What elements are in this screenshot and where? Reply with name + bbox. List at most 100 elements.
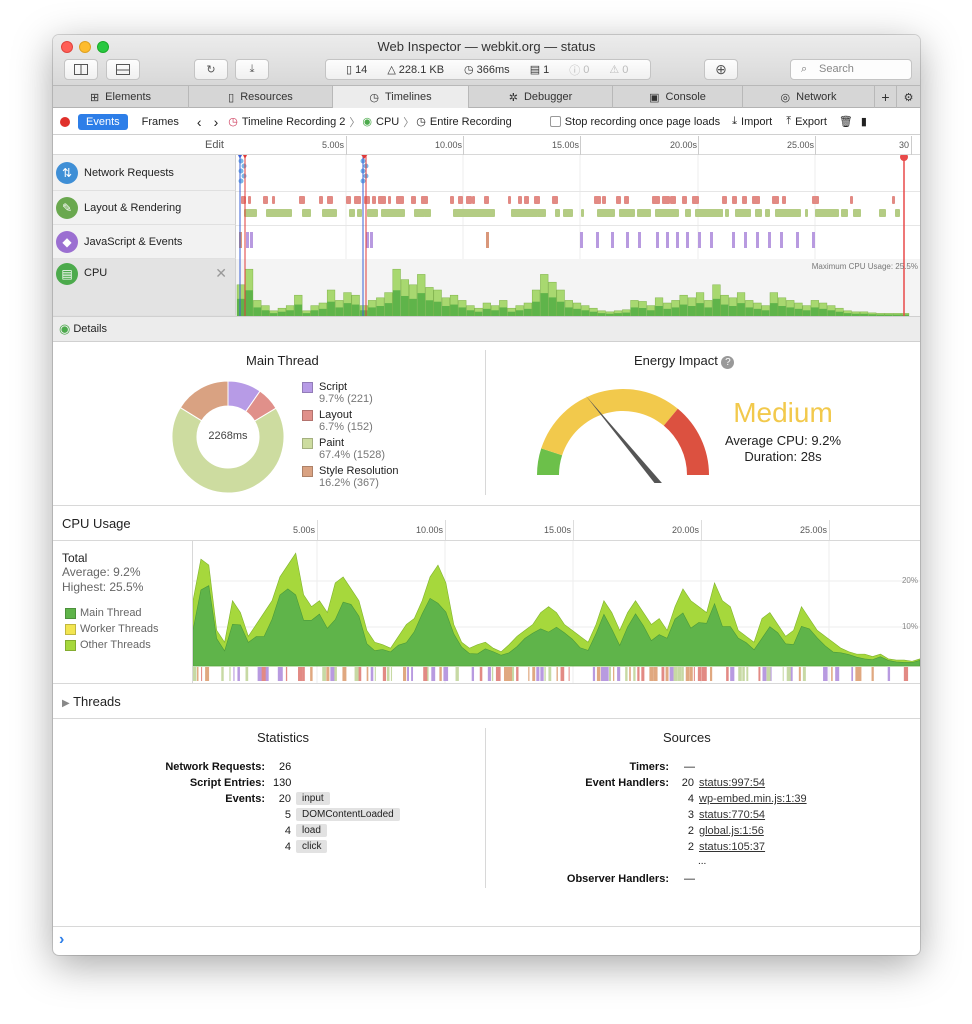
paint-mark[interactable] (829, 209, 839, 217)
layout-mark[interactable] (850, 196, 853, 204)
javascript-mark[interactable] (812, 232, 815, 248)
paint-mark[interactable] (349, 209, 355, 217)
toggle-sidebar-button[interactable]: ▮ (861, 115, 867, 128)
paint-mark[interactable] (581, 209, 584, 217)
layout-mark[interactable] (732, 196, 737, 204)
status-summary[interactable]: ▯ 14 △ 228.1 KB ◷ 366ms ▤ 1 ⓘ 0 ⚠ 0 (325, 59, 651, 80)
cpu-usage-area-chart[interactable]: 20% 10% (193, 541, 920, 683)
timeline-row-network[interactable]: ⇅ Network Requests (53, 155, 236, 191)
layout-mark[interactable] (396, 196, 404, 204)
javascript-mark[interactable] (710, 232, 713, 248)
layout-mark[interactable] (484, 196, 489, 204)
timeline-row-javascript[interactable]: ◆ JavaScript & Events (53, 225, 236, 259)
forward-arrow-icon[interactable]: › (214, 114, 219, 130)
source-link[interactable]: status:105:37 (699, 841, 765, 853)
source-link[interactable]: status:770:54 (699, 809, 765, 821)
layout-mark[interactable] (602, 196, 606, 204)
paint-mark[interactable] (745, 209, 750, 217)
layout-mark[interactable] (378, 196, 386, 204)
breadcrumb-entire-recording[interactable]: ◷ Entire Recording (416, 115, 512, 129)
checkbox[interactable] (549, 116, 561, 127)
paint-mark[interactable] (461, 209, 467, 217)
events-toggle[interactable]: Events (78, 113, 128, 130)
paint-mark[interactable] (302, 209, 311, 217)
layout-mark[interactable] (263, 196, 268, 204)
layout-mark[interactable] (388, 196, 391, 204)
tab-debugger[interactable]: ✲ Debugger (469, 86, 613, 108)
paint-mark[interactable] (322, 209, 337, 217)
new-tab-button[interactable]: + (875, 86, 897, 108)
layout-mark[interactable] (472, 196, 475, 204)
layout-mark[interactable] (354, 196, 361, 204)
layout-mark[interactable] (534, 196, 540, 204)
javascript-mark[interactable] (486, 232, 489, 248)
timeline-row-cpu[interactable]: ▤ CPU ✕ (53, 259, 236, 316)
paint-mark[interactable] (853, 209, 861, 217)
paint-mark[interactable] (895, 209, 900, 217)
layout-mark[interactable] (812, 196, 819, 204)
clear-button[interactable]: 🗑︎ (839, 115, 853, 128)
paint-mark[interactable] (487, 209, 495, 217)
event-tag[interactable]: click (296, 840, 328, 853)
layout-mark[interactable] (552, 196, 558, 204)
layout-mark[interactable] (299, 196, 305, 204)
javascript-mark[interactable] (796, 232, 799, 248)
layout-mark[interactable] (346, 196, 351, 204)
export-button[interactable]: ⤒ Export (786, 115, 827, 128)
timeline-row-layout[interactable]: ✎ Layout & Rendering (53, 191, 236, 225)
reload-button[interactable]: ↻ (194, 59, 228, 80)
paint-mark[interactable] (685, 209, 691, 217)
paint-mark[interactable] (563, 209, 573, 217)
layout-mark[interactable] (327, 196, 333, 204)
javascript-mark[interactable] (756, 232, 759, 248)
dock-bottom-button[interactable] (106, 59, 140, 80)
javascript-mark[interactable] (638, 232, 641, 248)
paint-mark[interactable] (715, 209, 723, 217)
stop-recording-checkbox[interactable]: Stop recording once page loads (549, 116, 720, 128)
paint-mark[interactable] (424, 209, 431, 217)
warnings-count[interactable]: ⚠ 0 (599, 63, 628, 77)
layout-mark[interactable] (752, 196, 760, 204)
event-tag[interactable]: input (296, 792, 330, 805)
breadcrumb-recording[interactable]: ◷ Timeline Recording 2 (228, 115, 345, 129)
paint-mark[interactable] (673, 209, 676, 217)
layout-mark[interactable] (518, 196, 522, 204)
paint-mark[interactable] (527, 209, 533, 217)
tab-resources[interactable]: ▯ Resources (189, 86, 333, 108)
messages-count[interactable]: ▤ 1 (520, 63, 550, 77)
paint-mark[interactable] (275, 209, 292, 217)
javascript-mark[interactable] (250, 232, 253, 248)
layout-mark[interactable] (692, 196, 699, 204)
javascript-mark[interactable] (611, 232, 614, 248)
layout-mark[interactable] (272, 196, 275, 204)
network-request-marker[interactable] (238, 168, 244, 174)
source-link[interactable]: global.js:1:56 (699, 825, 764, 837)
dock-side-button[interactable] (64, 59, 98, 80)
paint-mark[interactable] (399, 209, 405, 217)
paint-mark[interactable] (414, 209, 425, 217)
back-arrow-icon[interactable]: ‹ (197, 114, 202, 130)
layout-mark[interactable] (450, 196, 454, 204)
current-time-handle[interactable] (900, 155, 908, 161)
inspect-element-button[interactable]: ⊕ (704, 59, 738, 80)
layout-mark[interactable] (652, 196, 660, 204)
breadcrumb-cpu[interactable]: ◉ CPU (362, 115, 399, 129)
network-request-marker[interactable] (238, 158, 244, 164)
paint-mark[interactable] (627, 209, 634, 217)
paint-mark[interactable] (841, 209, 848, 217)
paint-mark[interactable] (555, 209, 560, 217)
paint-mark[interactable] (879, 209, 886, 217)
layout-mark[interactable] (458, 196, 463, 204)
layout-mark[interactable] (508, 196, 511, 204)
help-icon[interactable]: ? (721, 356, 735, 369)
settings-button[interactable]: ⚙ (897, 86, 920, 108)
layout-mark[interactable] (411, 196, 416, 204)
paint-mark[interactable] (665, 209, 679, 217)
paint-mark[interactable] (795, 209, 798, 217)
layout-mark[interactable] (772, 196, 779, 204)
javascript-mark[interactable] (626, 232, 629, 248)
layout-mark[interactable] (319, 196, 323, 204)
event-tag[interactable]: load (296, 824, 327, 837)
network-request-marker[interactable] (241, 173, 247, 179)
paint-mark[interactable] (725, 209, 729, 217)
